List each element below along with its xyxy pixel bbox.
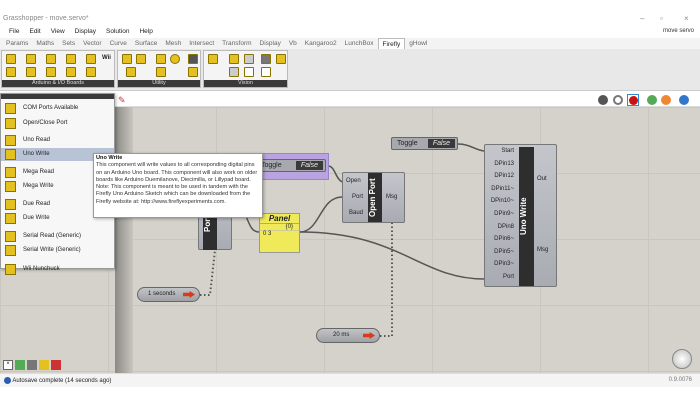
input-dpin8[interactable]: DPin8 <box>498 224 514 230</box>
input-dpin5[interactable]: DPin5~ <box>494 249 514 255</box>
menu-item-label: Wii Nunchuck <box>23 266 60 272</box>
menu-item-label: Serial Read (Generic) <box>23 233 82 239</box>
menu-item-wii-nunchuck[interactable]: Wii Nunchuck <box>1 263 114 276</box>
mega-read-icon <box>5 167 16 178</box>
input-open[interactable]: Open <box>346 178 361 184</box>
tooltip-body: This component will write values to all … <box>96 162 258 205</box>
timer-label: 1 seconds <box>148 291 176 297</box>
input-dpin10[interactable]: DPin10~ <box>491 198 514 204</box>
menu-item-label: Open/Close Port <box>23 120 68 126</box>
version: 0.9.0076 <box>668 377 692 383</box>
timer-wire <box>380 223 393 337</box>
menu-item-label: Uno Write <box>23 151 50 157</box>
open-icon <box>5 118 16 129</box>
toggle-value[interactable]: False <box>295 161 323 170</box>
menu-item-label: Uno Read <box>23 137 51 143</box>
input-dpin13[interactable]: DPin13 <box>494 161 514 167</box>
input-dpin12[interactable]: DPin12 <box>494 173 514 179</box>
output-msg[interactable]: Msg <box>386 194 397 200</box>
firefly-widget-icon[interactable] <box>39 360 49 370</box>
menu-item-uno-read[interactable]: Uno Read <box>1 134 114 147</box>
close-widget-icon[interactable]: × <box>3 360 13 370</box>
component-label: Open Port <box>368 173 382 222</box>
menu-item-label: Mega Read <box>23 169 55 175</box>
info-icon <box>4 377 11 384</box>
port-icon <box>5 103 16 114</box>
menu-item-label: Serial Write (Generic) <box>23 247 81 253</box>
status-bar: Autosave complete (14 seconds ago) 0.9.0… <box>0 373 700 387</box>
toggle-value[interactable]: False <box>427 139 455 148</box>
menu-item-serial-write-generic[interactable]: Serial Write (Generic) <box>1 244 114 257</box>
tooltip: Uno Write This component will write valu… <box>93 153 263 218</box>
timer-1-second[interactable]: 1 seconds <box>137 287 200 302</box>
input-dpin11[interactable]: DPin11~ <box>491 186 514 192</box>
toggle-1[interactable]: Toggle False <box>256 159 326 172</box>
input-port[interactable]: Port <box>503 274 514 280</box>
serial-write-icon <box>5 245 16 256</box>
menu-item-label: Due Write <box>23 215 50 221</box>
panel-title: Panel <box>260 214 299 224</box>
output-out[interactable]: Out <box>537 176 547 182</box>
menu-item-label: COM Ports Available <box>23 105 79 111</box>
input-port[interactable]: Port <box>352 194 363 200</box>
wire <box>299 196 343 233</box>
input-baud[interactable]: Baud <box>349 210 363 216</box>
menu-item-label: Due Read <box>23 201 51 207</box>
open-port-component[interactable]: Open Port Baud Open Port Msg <box>342 172 405 223</box>
panel[interactable]: Panel {0} 0 3 <box>259 213 300 253</box>
timer-wire <box>200 249 216 296</box>
wire <box>327 165 343 183</box>
mega-write-icon <box>5 181 16 192</box>
add-widget-icon[interactable] <box>15 360 25 370</box>
uno-read-icon <box>5 135 16 146</box>
due-read-icon <box>5 199 16 210</box>
arrow-icon <box>363 332 375 339</box>
serial-read-icon <box>5 231 16 242</box>
timer-label: 20 ms <box>333 332 350 338</box>
panel-value: 3 <box>268 231 272 237</box>
output-msg[interactable]: Msg <box>537 247 548 253</box>
input-dpin6[interactable]: DPin6~ <box>494 236 514 242</box>
panel-index: 0 <box>263 231 267 237</box>
arrow-icon <box>183 291 195 298</box>
timer-20-ms[interactable]: 20 ms <box>316 328 380 343</box>
wii-icon <box>5 264 16 275</box>
remove-widget-icon[interactable] <box>51 360 61 370</box>
due-write-icon <box>5 213 16 224</box>
download-widget-icon[interactable] <box>27 360 37 370</box>
component-label: Uno Write <box>519 147 534 286</box>
status-message: Autosave complete (14 seconds ago) <box>12 378 112 385</box>
input-dpin9[interactable]: DPin9~ <box>494 211 514 217</box>
compass-widget-icon[interactable] <box>672 349 692 369</box>
canvas-widgets: × <box>3 360 61 370</box>
tooltip-title: Uno Write <box>96 155 123 161</box>
wire <box>457 143 485 152</box>
uno-write-icon <box>5 149 16 160</box>
toggle-2[interactable]: Toggle False <box>391 137 458 150</box>
panel-path: {0} <box>260 224 299 231</box>
toggle-label: Toggle <box>261 162 282 169</box>
toggle-label: Toggle <box>397 140 418 147</box>
menu-item-open-close-port[interactable]: Open/Close Port <box>1 117 114 130</box>
input-dpin3[interactable]: DPin3~ <box>494 261 514 267</box>
uno-write-component[interactable]: Start DPin13 DPin12 DPin11~ DPin10~ DPin9~ DPi… <box>484 144 557 287</box>
menu-item-serial-read-generic[interactable]: Serial Read (Generic) <box>1 230 114 243</box>
input-start[interactable]: Start <box>501 148 514 154</box>
menu-item-com-ports-available[interactable]: COM Ports Available <box>1 102 114 115</box>
menu-item-label: Mega Write <box>23 183 54 189</box>
